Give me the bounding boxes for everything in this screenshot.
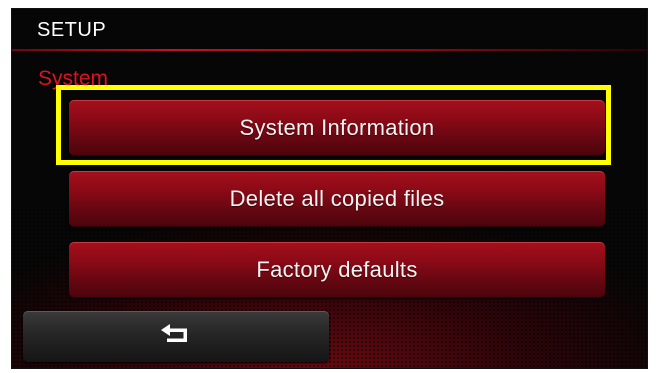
- factory-defaults-button[interactable]: Factory defaults: [69, 242, 605, 298]
- system-information-button[interactable]: System Information: [69, 100, 605, 156]
- delete-copied-files-button[interactable]: Delete all copied files: [69, 171, 605, 227]
- return-arrow-icon: [158, 321, 194, 352]
- factory-defaults-label: Factory defaults: [256, 257, 418, 282]
- page-title: SETUP: [37, 19, 107, 41]
- back-button[interactable]: [23, 311, 329, 362]
- system-information-label: System Information: [239, 115, 435, 140]
- title-divider: [12, 49, 647, 51]
- delete-copied-files-label: Delete all copied files: [229, 186, 445, 211]
- setup-screen: SETUP System System Information Delete a…: [11, 8, 648, 369]
- section-label-system: System: [38, 67, 109, 90]
